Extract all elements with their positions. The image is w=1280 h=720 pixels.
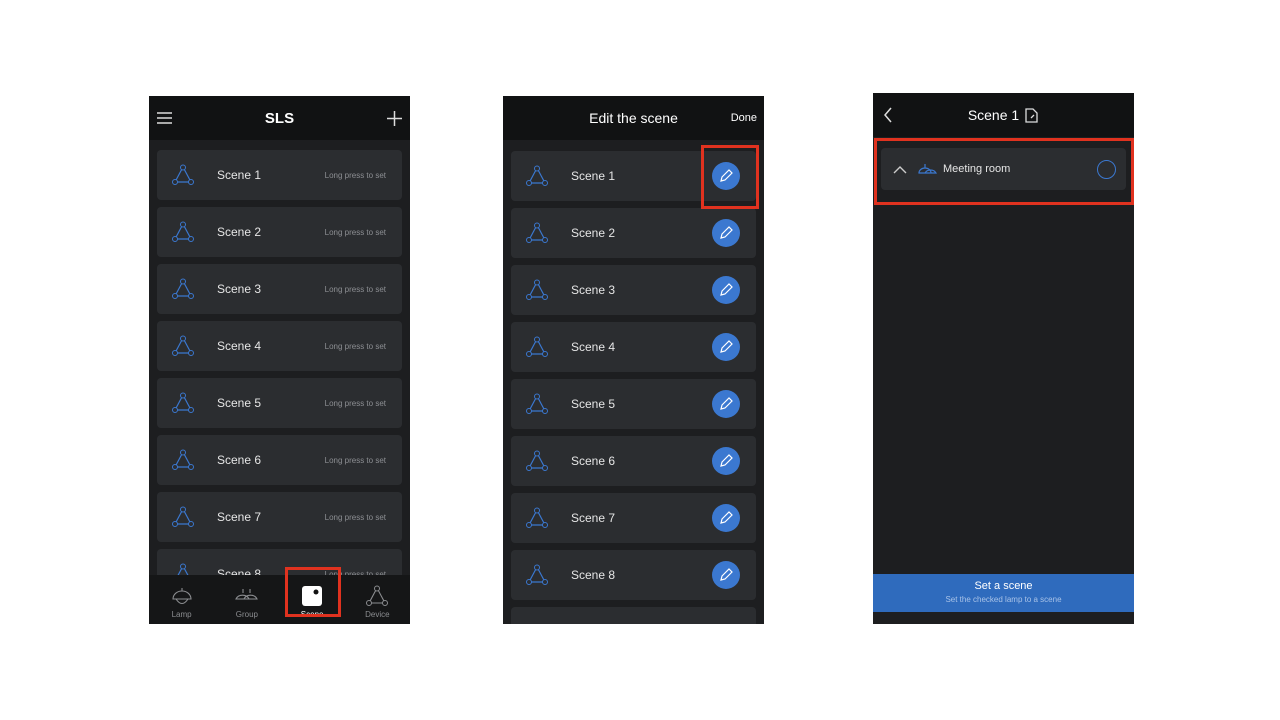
- scene-name: Scene 3: [571, 283, 616, 297]
- scene-icon: [172, 164, 194, 185]
- pencil-icon: [720, 568, 733, 581]
- scene-item: Scene 3: [511, 265, 756, 315]
- scene-name: Scene 7: [571, 511, 616, 525]
- pencil-icon: [720, 397, 733, 410]
- tab-label: Lamp: [171, 610, 192, 619]
- scene-icon: [526, 336, 548, 357]
- scene-name: Scene 2: [571, 226, 616, 240]
- scene-name: Scene 6: [217, 453, 262, 467]
- group-icon: [235, 589, 258, 600]
- scene-item[interactable]: Scene 7 Long press to set: [157, 492, 402, 542]
- scene-item[interactable]: Scene 1 Long press to set: [157, 150, 402, 200]
- scene-name: Scene 5: [217, 396, 262, 410]
- set-scene-button[interactable]: Set a scene Set the checked lamp to a sc…: [873, 574, 1134, 612]
- back-icon[interactable]: [883, 107, 893, 123]
- scene-icon: [526, 507, 548, 528]
- page-title: Scene 1: [967, 107, 1020, 123]
- button-subtitle: Set the checked lamp to a scene: [945, 595, 1062, 604]
- scene-hint: Long press to set: [324, 284, 386, 294]
- scene-name: Scene 4: [571, 340, 616, 354]
- tab-lamp[interactable]: Lamp: [149, 575, 214, 624]
- pencil-icon: [720, 340, 733, 353]
- done-button[interactable]: Done: [731, 112, 757, 124]
- tab-bar: Lamp Group Scene Device: [149, 575, 410, 624]
- scene-icon: [526, 222, 548, 243]
- pencil-icon: [720, 454, 733, 467]
- page-title: SLS: [264, 109, 295, 127]
- pencil-icon: [720, 511, 733, 524]
- button-title: Set a scene: [974, 580, 1033, 592]
- scene-item[interactable]: Scene 5 Long press to set: [157, 378, 402, 428]
- scene-icon: [526, 393, 548, 414]
- scene-icon: [172, 221, 194, 242]
- tab-group[interactable]: Group: [214, 575, 279, 624]
- scene-icon: [526, 165, 548, 186]
- header: SLS: [149, 96, 410, 140]
- scene-item: Scene 7: [511, 493, 756, 543]
- edit-scene-button[interactable]: [712, 276, 740, 304]
- scene-item: Scene 2: [511, 208, 756, 258]
- scene-name: Scene 5: [571, 397, 616, 411]
- lamp-icon: [172, 588, 192, 605]
- scene-name: Scene 1: [217, 168, 262, 182]
- edit-scene-button[interactable]: [712, 447, 740, 475]
- edit-scene-button[interactable]: [712, 504, 740, 532]
- scene-icon: [526, 564, 548, 585]
- edit-scene-button[interactable]: [712, 219, 740, 247]
- scene-item[interactable]: Scene 6 Long press to set: [157, 435, 402, 485]
- edit-scene-button[interactable]: [712, 561, 740, 589]
- hamburger-icon[interactable]: [157, 111, 173, 125]
- plus-icon[interactable]: [387, 110, 402, 126]
- scene-icon: [172, 506, 194, 527]
- scene-name: Scene 1: [571, 169, 616, 183]
- scene-icon: [172, 278, 194, 299]
- scene-item: Scene 6: [511, 436, 756, 486]
- scene-item: Scene 8: [511, 550, 756, 600]
- scene-icon: [172, 335, 194, 356]
- scene-item[interactable]: Scene 4 Long press to set: [157, 321, 402, 371]
- highlight-box: [874, 138, 1134, 205]
- page-title: Edit the scene: [589, 110, 678, 126]
- header: Edit the scene Done: [503, 96, 764, 140]
- edit-scene-button[interactable]: [712, 333, 740, 361]
- scene-hint: Long press to set: [324, 398, 386, 408]
- tab-label: Group: [235, 610, 258, 619]
- scene-hint: Long press to set: [324, 512, 386, 522]
- pencil-icon: [720, 283, 733, 296]
- header: Scene 1: [873, 93, 1134, 137]
- scene-item[interactable]: Scene 2 Long press to set: [157, 207, 402, 257]
- scene-name: Scene 6: [571, 454, 616, 468]
- scene-icon: [172, 392, 194, 413]
- rename-icon[interactable]: [1025, 107, 1039, 123]
- scene-icon: [526, 450, 548, 471]
- scene-hint: Long press to set: [324, 170, 386, 180]
- scene-item: Scene 4: [511, 322, 756, 372]
- scene-item: Scene 5: [511, 379, 756, 429]
- scene-name: Scene 7: [217, 510, 262, 524]
- scene-name: Scene 8: [571, 568, 616, 582]
- scene-name: Scene 4: [217, 339, 262, 353]
- highlight-box: [285, 567, 341, 617]
- scene-list-screen: SLS Scene 1 Long press to set Scene 2 Long …: [149, 96, 410, 624]
- scene-item: [511, 607, 756, 624]
- scene-hint: Long press to set: [324, 455, 386, 465]
- scene-hint: Long press to set: [324, 341, 386, 351]
- tab-device[interactable]: Device: [345, 575, 410, 624]
- scene-icon: [172, 449, 194, 470]
- tab-label: Device: [365, 610, 390, 619]
- scene-icon: [526, 279, 548, 300]
- pencil-icon: [720, 226, 733, 239]
- scene-item[interactable]: Scene 3 Long press to set: [157, 264, 402, 314]
- scene-name: Scene 2: [217, 225, 262, 239]
- edit-scene-button[interactable]: [712, 390, 740, 418]
- device-icon: [366, 585, 389, 606]
- highlight-box: [701, 145, 759, 209]
- scene-name: Scene 3: [217, 282, 262, 296]
- scene-hint: Long press to set: [324, 227, 386, 237]
